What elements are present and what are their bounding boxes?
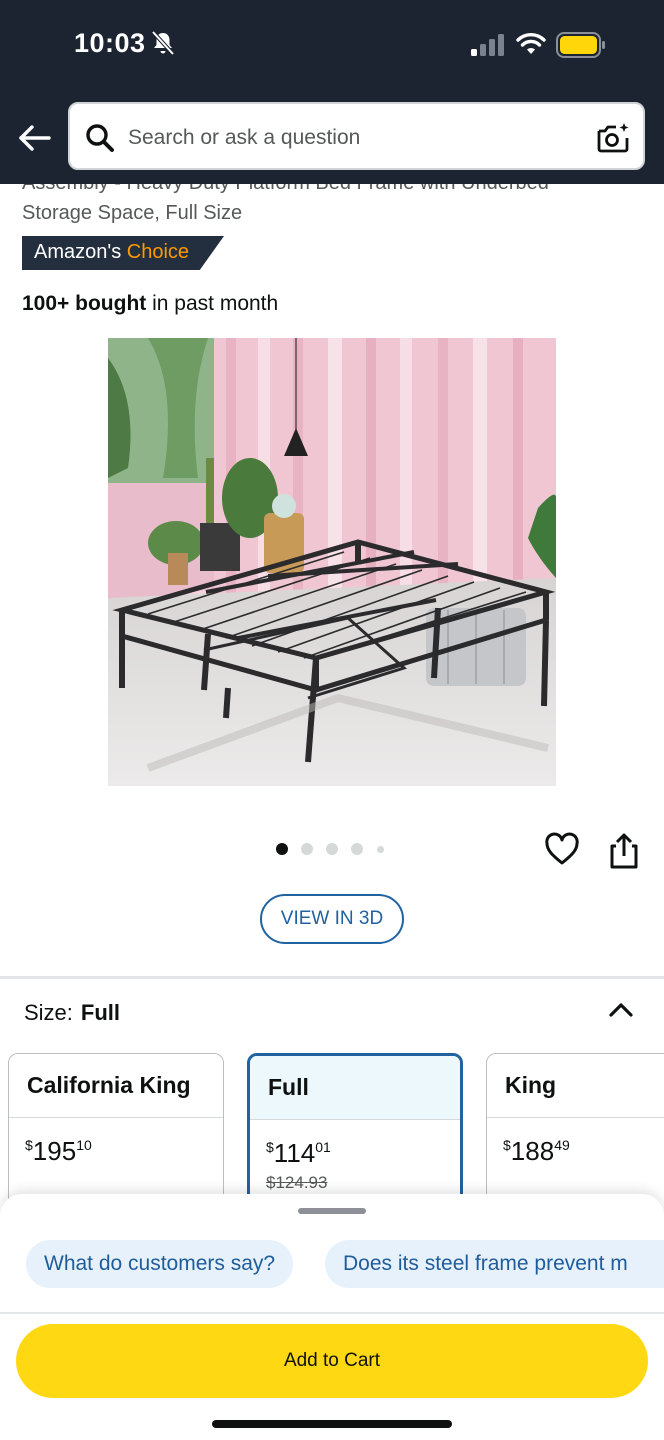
size-option-name: King [487,1054,664,1118]
size-option-price: $18849 [487,1118,664,1167]
price-whole: 188 [510,1136,555,1166]
badge-choice: Choice [126,241,190,263]
camera-search-icon[interactable] [595,120,631,156]
size-option-name: California King [9,1054,223,1118]
add-to-cart-button[interactable]: Add to Cart [16,1324,648,1398]
price-cents: 01 [315,1139,331,1155]
section-divider [0,976,664,979]
size-option-list-price: $124.93 [266,1173,328,1192]
wifi-icon [516,33,546,54]
carousel-dot[interactable] [326,843,338,855]
heart-icon[interactable] [544,832,580,868]
search-bar[interactable] [68,102,645,170]
search-input[interactable] [128,118,588,158]
share-icon[interactable] [606,832,642,870]
price-currency: $ [266,1139,274,1155]
ask-chip-customers-say[interactable]: What do customers say? [26,1240,294,1288]
bought-count: 100+ bought in past month [22,292,278,316]
status-time: 10:03 [74,28,146,58]
size-selector-label: Size: Full [24,1000,120,1026]
cell-signal-icon [471,34,504,56]
image-carousel-dots[interactable] [276,843,396,859]
size-option-price: $19510 [9,1118,223,1167]
amazons-choice-badge: Amazon's Choice [22,236,224,270]
sheet-divider [0,1312,664,1314]
price-cents: 49 [554,1137,570,1153]
bought-count-rest: in past month [146,292,279,315]
carousel-dot[interactable] [301,843,313,855]
carousel-dot[interactable] [276,843,288,855]
product-title: Storage Space, Full Size [22,202,243,224]
bottom-sheet: What do customers say? Does its steel fr… [0,1194,664,1440]
carousel-dot[interactable] [377,846,384,853]
size-selected: Full [80,1000,121,1025]
chevron-up-icon[interactable] [606,996,636,1022]
carousel-dot[interactable] [351,843,363,855]
sheet-drag-handle[interactable] [298,1208,366,1214]
price-cents: 10 [76,1137,92,1153]
product-image[interactable] [108,338,556,786]
price-currency: $ [503,1137,511,1153]
size-option-price: $11401 [250,1120,460,1169]
back-arrow-icon[interactable] [16,120,52,156]
price-currency: $ [25,1137,33,1153]
badge-prefix: Amazon's [34,241,122,263]
header-bar: 10:03 [0,0,664,184]
bell-muted-icon [151,30,175,56]
home-indicator [212,1420,452,1428]
search-icon [86,124,114,152]
price-whole: 195 [32,1136,77,1166]
ask-chip-steel-frame[interactable]: Does its steel frame prevent m [325,1240,664,1288]
price-whole: 114 [273,1138,316,1168]
size-label: Size: [24,1000,73,1025]
view-in-3d-button[interactable]: VIEW IN 3D [260,894,404,944]
size-option-name: Full [250,1056,460,1120]
battery-icon [556,32,605,58]
bought-count-bold: 100+ bought [22,292,147,315]
